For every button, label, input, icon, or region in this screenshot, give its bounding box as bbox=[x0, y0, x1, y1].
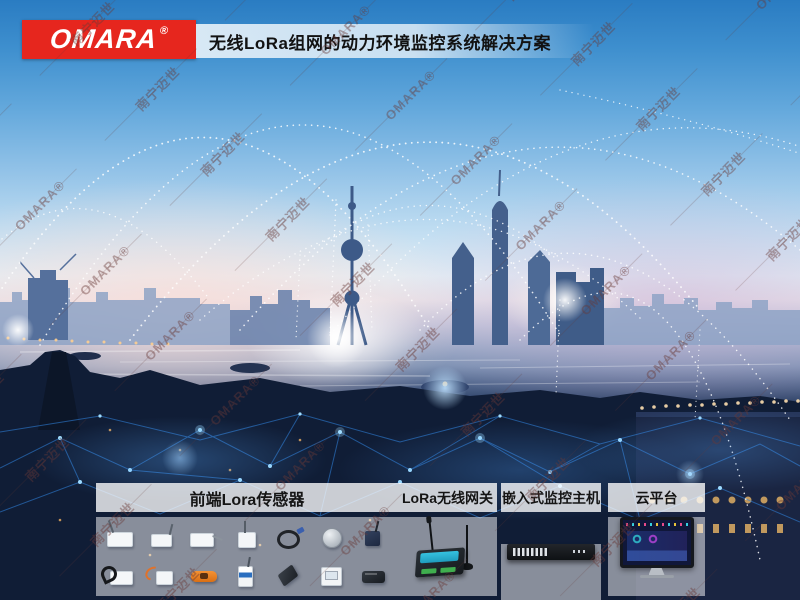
lora-gateway-icon bbox=[408, 517, 488, 591]
lora-box-antenna-sensor-icon bbox=[228, 521, 266, 554]
gateway-whip-antenna-icon bbox=[466, 525, 468, 565]
poster: OMARA® 无线LoRa组网的动力环境监控系统解决方案 前端Lora传感器 bbox=[0, 0, 800, 600]
brand-logo-text: OMARA® bbox=[49, 26, 170, 53]
panel-lora-gateway: LoRa无线网关 bbox=[398, 483, 497, 596]
panel-header-cloud: 云平台 bbox=[608, 483, 705, 512]
panel-header-sensors: 前端Lora传感器 bbox=[96, 483, 398, 512]
sensor-thumb-row-2 bbox=[101, 559, 393, 592]
monitor-stand bbox=[649, 568, 665, 575]
lora-probe-sensor-icon bbox=[186, 521, 224, 554]
monitor-base bbox=[640, 575, 674, 578]
panel-body-gateway bbox=[398, 517, 497, 596]
cloud-dashboard-monitor-icon bbox=[620, 517, 694, 578]
dashboard-screen bbox=[620, 517, 694, 568]
far-skyline bbox=[0, 170, 800, 345]
panel-header-gateway: LoRa无线网关 bbox=[398, 483, 497, 512]
lora-wire-sensor-icon bbox=[143, 559, 181, 592]
panel-cloud-platform: 云平台 bbox=[608, 483, 705, 596]
gateway-body bbox=[414, 547, 464, 577]
gateway-antenna-icon bbox=[428, 519, 433, 551]
panel-header-host: 嵌入式监控主机 bbox=[501, 483, 601, 512]
lora-dark-cube-sensor-icon bbox=[355, 521, 393, 554]
dome-smoke-sensor-icon bbox=[313, 521, 351, 554]
lora-temp-humidity-sensor-icon bbox=[101, 521, 139, 554]
sensor-thumb-row-1 bbox=[101, 521, 393, 554]
panel-body-cloud bbox=[608, 517, 705, 596]
embedded-monitoring-host-icon bbox=[507, 544, 595, 560]
poster-title: 无线LoRa组网的动力环境监控系统解决方案 bbox=[196, 29, 551, 54]
orange-ct-strap-sensor-icon bbox=[186, 559, 224, 592]
brand-logo: OMARA® bbox=[22, 20, 196, 59]
lora-din-rail-sensor-icon bbox=[228, 559, 266, 592]
lora-clamp-sensor-icon bbox=[101, 559, 139, 592]
panel-body-sensors bbox=[96, 517, 398, 596]
registered-mark: ® bbox=[159, 25, 169, 37]
panel-embedded-host: 嵌入式监控主机 bbox=[501, 483, 601, 600]
lora-small-box-sensor-icon bbox=[143, 521, 181, 554]
title-band: 无线LoRa组网的动力环境监控系统解决方案 bbox=[196, 24, 594, 58]
lora-panel-display-sensor-icon bbox=[313, 559, 351, 592]
panel-body-host bbox=[501, 544, 601, 600]
panel-front-end-sensors: 前端Lora传感器 bbox=[96, 483, 398, 596]
lora-flat-node-icon bbox=[270, 559, 308, 592]
lora-black-node-icon bbox=[355, 559, 393, 592]
sensor-cable-icon bbox=[270, 521, 308, 554]
